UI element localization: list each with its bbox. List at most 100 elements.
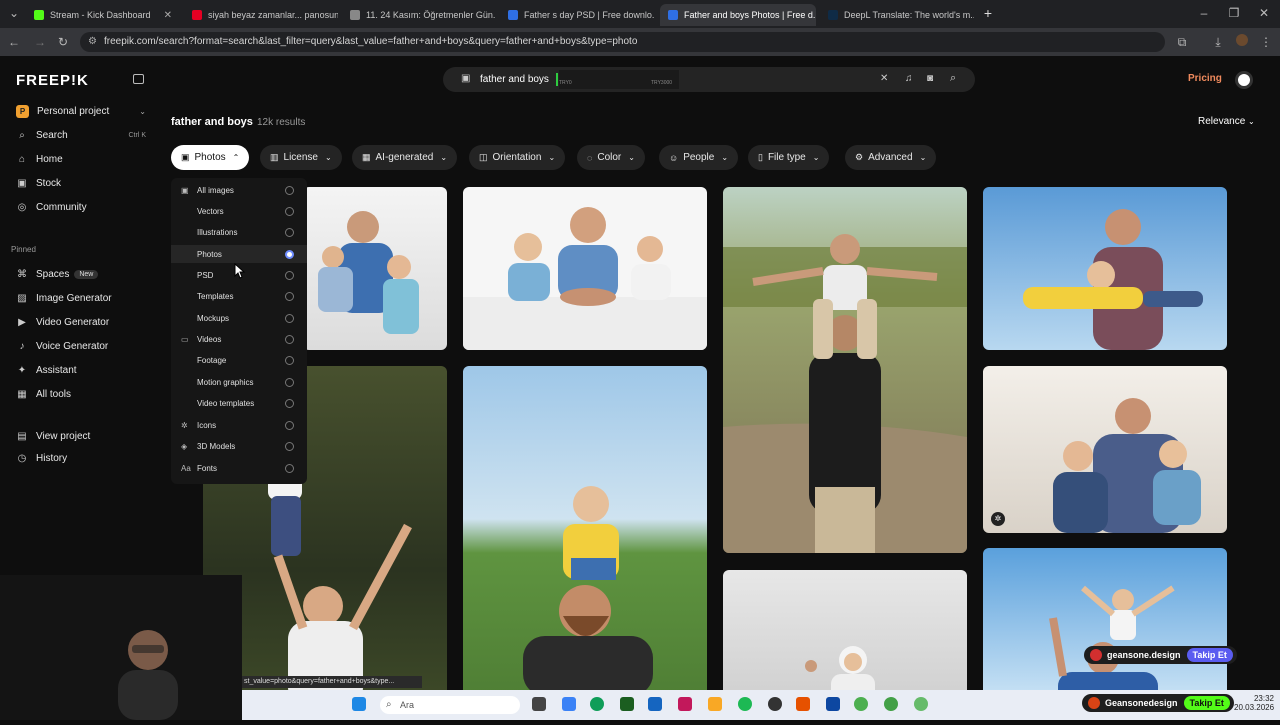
site-info-icon[interactable]: ⚙ (88, 32, 97, 52)
sidebar-item-community[interactable]: ◎ Community (16, 202, 87, 213)
sidebar-item-stock[interactable]: ▣ Stock (16, 178, 61, 189)
project-selector[interactable]: P Personal project ⌄ (16, 105, 146, 118)
dropdown-item-videos[interactable]: ▭ Videos (171, 330, 307, 348)
radio-button[interactable] (285, 355, 294, 365)
browser-tab[interactable]: siyah beyaz zamanlar... panosunu✕ (184, 4, 338, 26)
obs-icon[interactable] (768, 697, 782, 711)
file-explorer-icon[interactable] (708, 697, 722, 711)
store-icon[interactable] (620, 697, 634, 711)
download-icon[interactable]: ⤓ (1210, 34, 1226, 50)
window-close-icon[interactable]: ✕ (1256, 5, 1272, 21)
radio-button[interactable] (285, 441, 294, 451)
browser-tab[interactable]: Stream - Kick Dashboard ✕ (26, 4, 180, 26)
filter-color[interactable]: ◌ Color ⌄ (577, 145, 645, 170)
address-bar[interactable]: ⚙ freepik.com/search?format=search&last_… (80, 32, 1165, 52)
browser-menu-icon[interactable]: ⋮ (1258, 34, 1274, 50)
radio-button[interactable] (285, 334, 294, 344)
sidebar-item-assistant[interactable]: ✦ Assistant (16, 365, 77, 376)
dropdown-item-all-images[interactable]: ▣ All images (171, 181, 307, 199)
result-image[interactable] (983, 548, 1227, 706)
close-icon[interactable]: ✕ (158, 10, 172, 21)
result-image[interactable] (723, 187, 967, 553)
extensions-icon[interactable]: ⧉ (1174, 34, 1190, 50)
dropdown-item-video-templates[interactable]: Video templates (171, 394, 307, 412)
sidebar-item-image-generator[interactable]: ▨ Image Generator (16, 293, 111, 304)
radio-button[interactable] (285, 398, 294, 408)
radio-button[interactable] (285, 291, 294, 301)
sidebar-item-all-tools[interactable]: ▦ All tools (16, 389, 71, 400)
result-image[interactable] (463, 187, 707, 350)
filter-people[interactable]: ☺ People ⌄ (659, 145, 739, 170)
dropdown-item-icons[interactable]: ✲ Icons (171, 416, 307, 434)
radio-button-selected[interactable] (285, 249, 294, 259)
photoshop-icon[interactable] (826, 697, 840, 711)
spotify-icon[interactable] (738, 697, 752, 711)
dropdown-item-motion-graphics[interactable]: Motion graphics (171, 373, 307, 391)
radio-button[interactable] (285, 270, 294, 280)
pricing-link[interactable]: Pricing (1188, 73, 1222, 84)
radio-button[interactable] (285, 463, 294, 473)
sidebar-item-view-project[interactable]: ▤ View project (16, 431, 90, 442)
dropdown-item-illustrations[interactable]: Illustrations (171, 223, 307, 241)
copilot-icon[interactable] (562, 697, 576, 711)
browser-tab[interactable]: Father s day PSD | Free downlo...✕ (500, 4, 654, 26)
profile-icon[interactable] (1234, 34, 1250, 50)
filter-advanced[interactable]: ⚙ Advanced ⌄ (845, 145, 937, 170)
avatar[interactable] (1235, 71, 1253, 89)
sidebar-item-video-generator[interactable]: ▶ Video Generator (16, 317, 109, 328)
result-image[interactable]: ✲ (983, 366, 1227, 533)
sidebar-item-history[interactable]: ◷ History (16, 453, 68, 464)
dropdown-item-mockups[interactable]: Mockups (171, 309, 307, 327)
radio-button[interactable] (285, 420, 294, 430)
dropdown-item-photos[interactable]: Photos (171, 245, 307, 263)
result-image[interactable] (463, 366, 707, 706)
outlook-icon[interactable] (648, 697, 662, 711)
browser-tab[interactable]: 11. 24 Kasım: Öğretmenler Gün...✕ (342, 4, 496, 26)
search-bar[interactable]: ▣ father and boys TRY0 TRY3000 ✕ ♫ ◙ ⌕ (443, 67, 975, 92)
sidebar-item-home[interactable]: ⌂ Home (16, 154, 63, 165)
filter-photos[interactable]: ▣ Photos ⌃ (171, 145, 250, 170)
browser-tab[interactable]: DeepL Translate: The world's m...✕ (820, 4, 974, 26)
radio-button[interactable] (285, 206, 294, 216)
dropdown-item-vectors[interactable]: Vectors (171, 202, 307, 220)
follow-button[interactable]: Takip Et (1186, 648, 1233, 662)
filter-ai-generated[interactable]: ▦ AI-generated ⌄ (352, 145, 458, 170)
result-image[interactable] (983, 187, 1227, 350)
filter-file-type[interactable]: ▯ File type ⌄ (748, 145, 830, 170)
forward-icon[interactable]: → (32, 34, 48, 50)
system-clock[interactable]: 23:32 20.03.2026 (1234, 694, 1274, 712)
back-icon[interactable]: ← (6, 34, 22, 50)
microphone-icon[interactable]: ♫ (905, 73, 913, 84)
new-tab-icon[interactable]: + (980, 5, 996, 21)
taskbar-search[interactable]: ⌕ Ara (380, 696, 520, 714)
reload-icon[interactable]: ↻ (55, 34, 71, 50)
clear-icon[interactable]: ✕ (880, 73, 888, 84)
follow-button[interactable]: Takip Et (1183, 696, 1230, 710)
filter-orientation[interactable]: ◫ Orientation ⌄ (469, 145, 566, 170)
sort-select[interactable]: Relevance ⌄ (1198, 116, 1255, 127)
radio-button[interactable] (285, 185, 294, 195)
radio-button[interactable] (285, 313, 294, 323)
search-input[interactable]: father and boys (480, 74, 549, 85)
dropdown-item-templates[interactable]: Templates (171, 287, 307, 305)
illustrator-icon[interactable] (796, 697, 810, 711)
sidebar-item-search[interactable]: ⌕ Search Ctrl K (16, 130, 146, 141)
camera-icon[interactable]: ◙ (927, 73, 933, 84)
tab-search-icon[interactable]: ⌄ (6, 5, 22, 21)
minimize-icon[interactable]: – (1196, 5, 1212, 21)
search-icon[interactable]: ⌕ (950, 72, 956, 85)
instagram-icon[interactable] (678, 697, 692, 711)
result-image[interactable] (723, 570, 967, 706)
windows-start-icon[interactable] (352, 697, 366, 711)
task-view-icon[interactable] (532, 697, 546, 711)
radio-button[interactable] (285, 377, 294, 387)
dropdown-item-footage[interactable]: Footage (171, 351, 307, 369)
sidebar-toggle-icon[interactable] (133, 74, 144, 84)
chrome-icon[interactable] (884, 697, 898, 711)
freepik-logo[interactable]: FREEP!K (16, 72, 89, 89)
browser-tab-active[interactable]: Father and boys Photos | Free d...✕ (660, 4, 816, 26)
filter-license[interactable]: ▥ License ⌄ (260, 145, 342, 170)
edge-icon[interactable] (590, 697, 604, 711)
chrome-icon[interactable] (914, 697, 928, 711)
sidebar-item-spaces[interactable]: ⌘ Spaces New (16, 269, 99, 280)
